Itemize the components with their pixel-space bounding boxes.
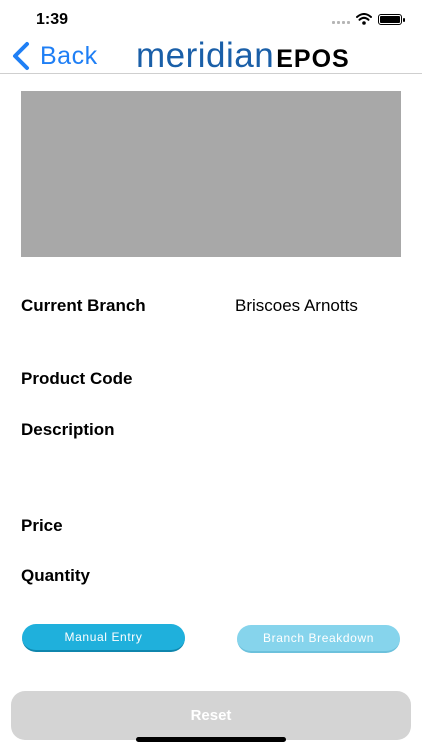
- navigation-bar: Back meridian EPOS: [0, 38, 422, 74]
- back-button[interactable]: Back: [10, 38, 98, 74]
- reset-button[interactable]: Reset: [11, 691, 411, 740]
- status-icons: [332, 13, 405, 25]
- product-code-label: Product Code: [21, 369, 133, 388]
- logo-sub-text: EPOS: [276, 45, 350, 73]
- logo-main-text: meridian: [136, 36, 275, 75]
- price-label: Price: [21, 516, 63, 535]
- current-branch-label: Current Branch: [21, 296, 146, 315]
- status-bar: 1:39: [0, 0, 422, 38]
- description-label: Description: [21, 420, 115, 439]
- current-branch-value: Briscoes Arnotts: [235, 296, 358, 315]
- signal-icon: [332, 14, 350, 24]
- product-image-placeholder: [21, 91, 401, 257]
- branch-breakdown-button[interactable]: Branch Breakdown: [237, 625, 400, 653]
- quantity-label: Quantity: [21, 566, 90, 585]
- manual-entry-button[interactable]: Manual Entry: [22, 624, 185, 652]
- battery-icon: [378, 13, 405, 25]
- chevron-left-icon: [13, 42, 29, 70]
- meridian-epos-logo: meridian EPOS: [136, 38, 350, 74]
- home-indicator: [136, 737, 286, 742]
- status-time: 1:39: [36, 11, 69, 28]
- back-label: Back: [40, 41, 98, 70]
- wifi-icon: [356, 13, 372, 25]
